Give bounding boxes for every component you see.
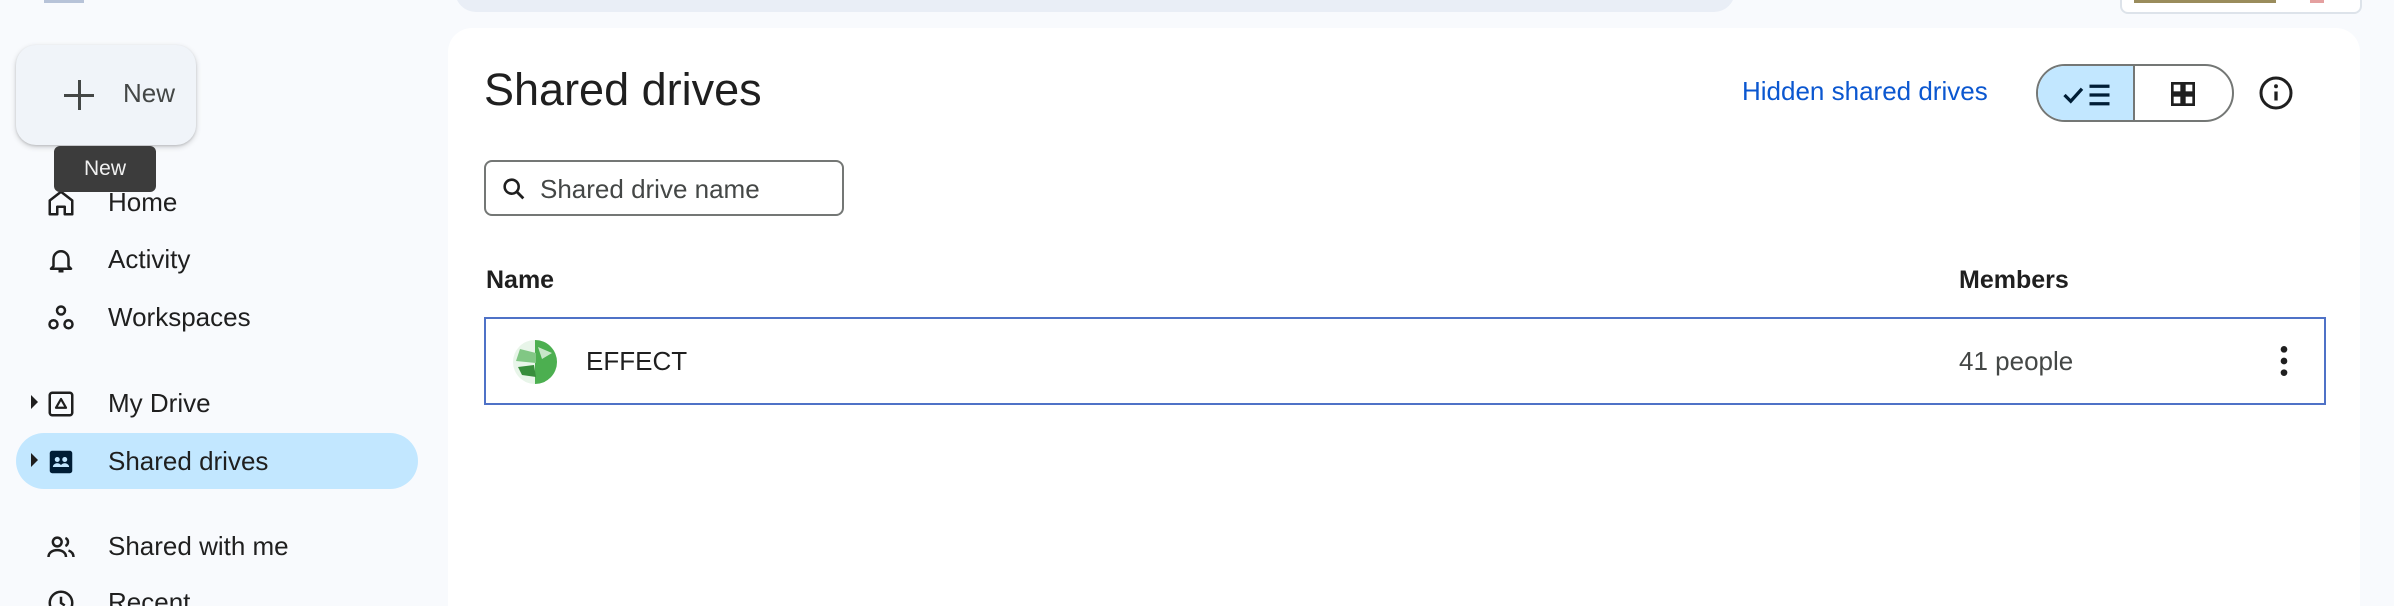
new-button[interactable]: New — [16, 45, 196, 145]
table-row[interactable]: EFFECT 41 people — [484, 317, 2326, 405]
column-header-name[interactable]: Name — [486, 266, 554, 295]
main-content: Shared drives Hidden shared drives Share… — [448, 28, 2360, 606]
checked-list-icon — [2063, 84, 2110, 106]
account-badge — [2310, 0, 2324, 3]
sidebar-item-recent[interactable]: Recent — [16, 574, 418, 606]
workspaces-icon — [48, 305, 74, 330]
sidebar-item-label: Shared drives — [108, 445, 269, 476]
plus-icon — [62, 78, 96, 112]
sidebar-item-shared-drives[interactable]: Shared drives — [16, 433, 418, 489]
grid-view-button[interactable] — [2135, 66, 2232, 120]
shared-drive-search — [484, 160, 844, 216]
sidebar-item-label: Shared with me — [108, 530, 289, 561]
page-title: Shared drives — [484, 64, 762, 115]
grid-icon — [2171, 82, 2196, 106]
account-switcher[interactable] — [2120, 0, 2362, 14]
bell-icon — [49, 250, 73, 273]
account-thumbnail — [2134, 0, 2276, 3]
expand-caret-icon[interactable] — [31, 453, 38, 467]
sidebar-item-my-drive[interactable]: My Drive — [16, 375, 418, 431]
search-icon — [503, 178, 525, 200]
sidebar-item-label: Activity — [108, 243, 191, 274]
top-search-bar[interactable] — [455, 0, 1735, 12]
shared-drives-icon — [49, 450, 73, 474]
new-button-tooltip: New — [54, 146, 156, 192]
people-icon — [47, 536, 75, 558]
shared-drive-search-input[interactable] — [540, 170, 830, 208]
new-button-label: New — [123, 78, 176, 108]
drive-thumbnail-icon — [513, 340, 557, 384]
view-toggle — [2036, 64, 2234, 122]
more-vert-icon[interactable] — [2264, 341, 2304, 381]
sidebar-item-label: Workspaces — [108, 301, 251, 332]
expand-caret-icon[interactable] — [31, 395, 38, 409]
home-icon — [48, 190, 74, 216]
sidebar-item-workspaces[interactable]: Workspaces — [16, 289, 418, 345]
clock-icon — [48, 590, 74, 606]
hidden-shared-drives-link[interactable]: Hidden shared drives — [1742, 76, 1988, 107]
drive-members: 41 people — [1959, 346, 2074, 376]
list-view-button[interactable] — [2038, 66, 2136, 120]
sidebar-item-label: My Drive — [108, 387, 211, 418]
info-icon[interactable] — [2258, 75, 2294, 111]
sidebar-item-activity[interactable]: Activity — [16, 231, 418, 287]
drive-name: EFFECT — [586, 346, 688, 376]
drive-app: New Home Activity Workspaces My Drive Sh… — [0, 0, 2394, 606]
main-menu-icon[interactable] — [44, 0, 84, 3]
sidebar-item-shared-with-me[interactable]: Shared with me — [16, 518, 418, 574]
sidebar-item-label: Recent — [108, 586, 191, 606]
my-drive-icon — [48, 391, 74, 417]
column-header-members: Members — [1959, 266, 2069, 294]
